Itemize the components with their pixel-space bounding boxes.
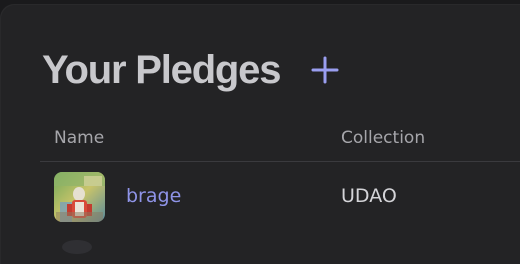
column-header-name[interactable]: Name	[54, 128, 104, 148]
pledge-name-link[interactable]: brage	[126, 185, 181, 207]
page-title: Your Pledges	[42, 48, 281, 92]
pledge-collection: UDAO	[341, 185, 397, 207]
plus-icon	[311, 56, 339, 84]
next-row-avatar-partial	[62, 240, 92, 254]
column-header-collection[interactable]: Collection	[341, 128, 425, 148]
table-row[interactable]: brage UDAO	[40, 162, 520, 232]
add-pledge-button[interactable]	[310, 55, 340, 85]
nft-thumbnail-image[interactable]	[54, 172, 105, 222]
table-header: Name Collection	[40, 120, 520, 162]
pledges-header: Your Pledges	[42, 48, 340, 92]
